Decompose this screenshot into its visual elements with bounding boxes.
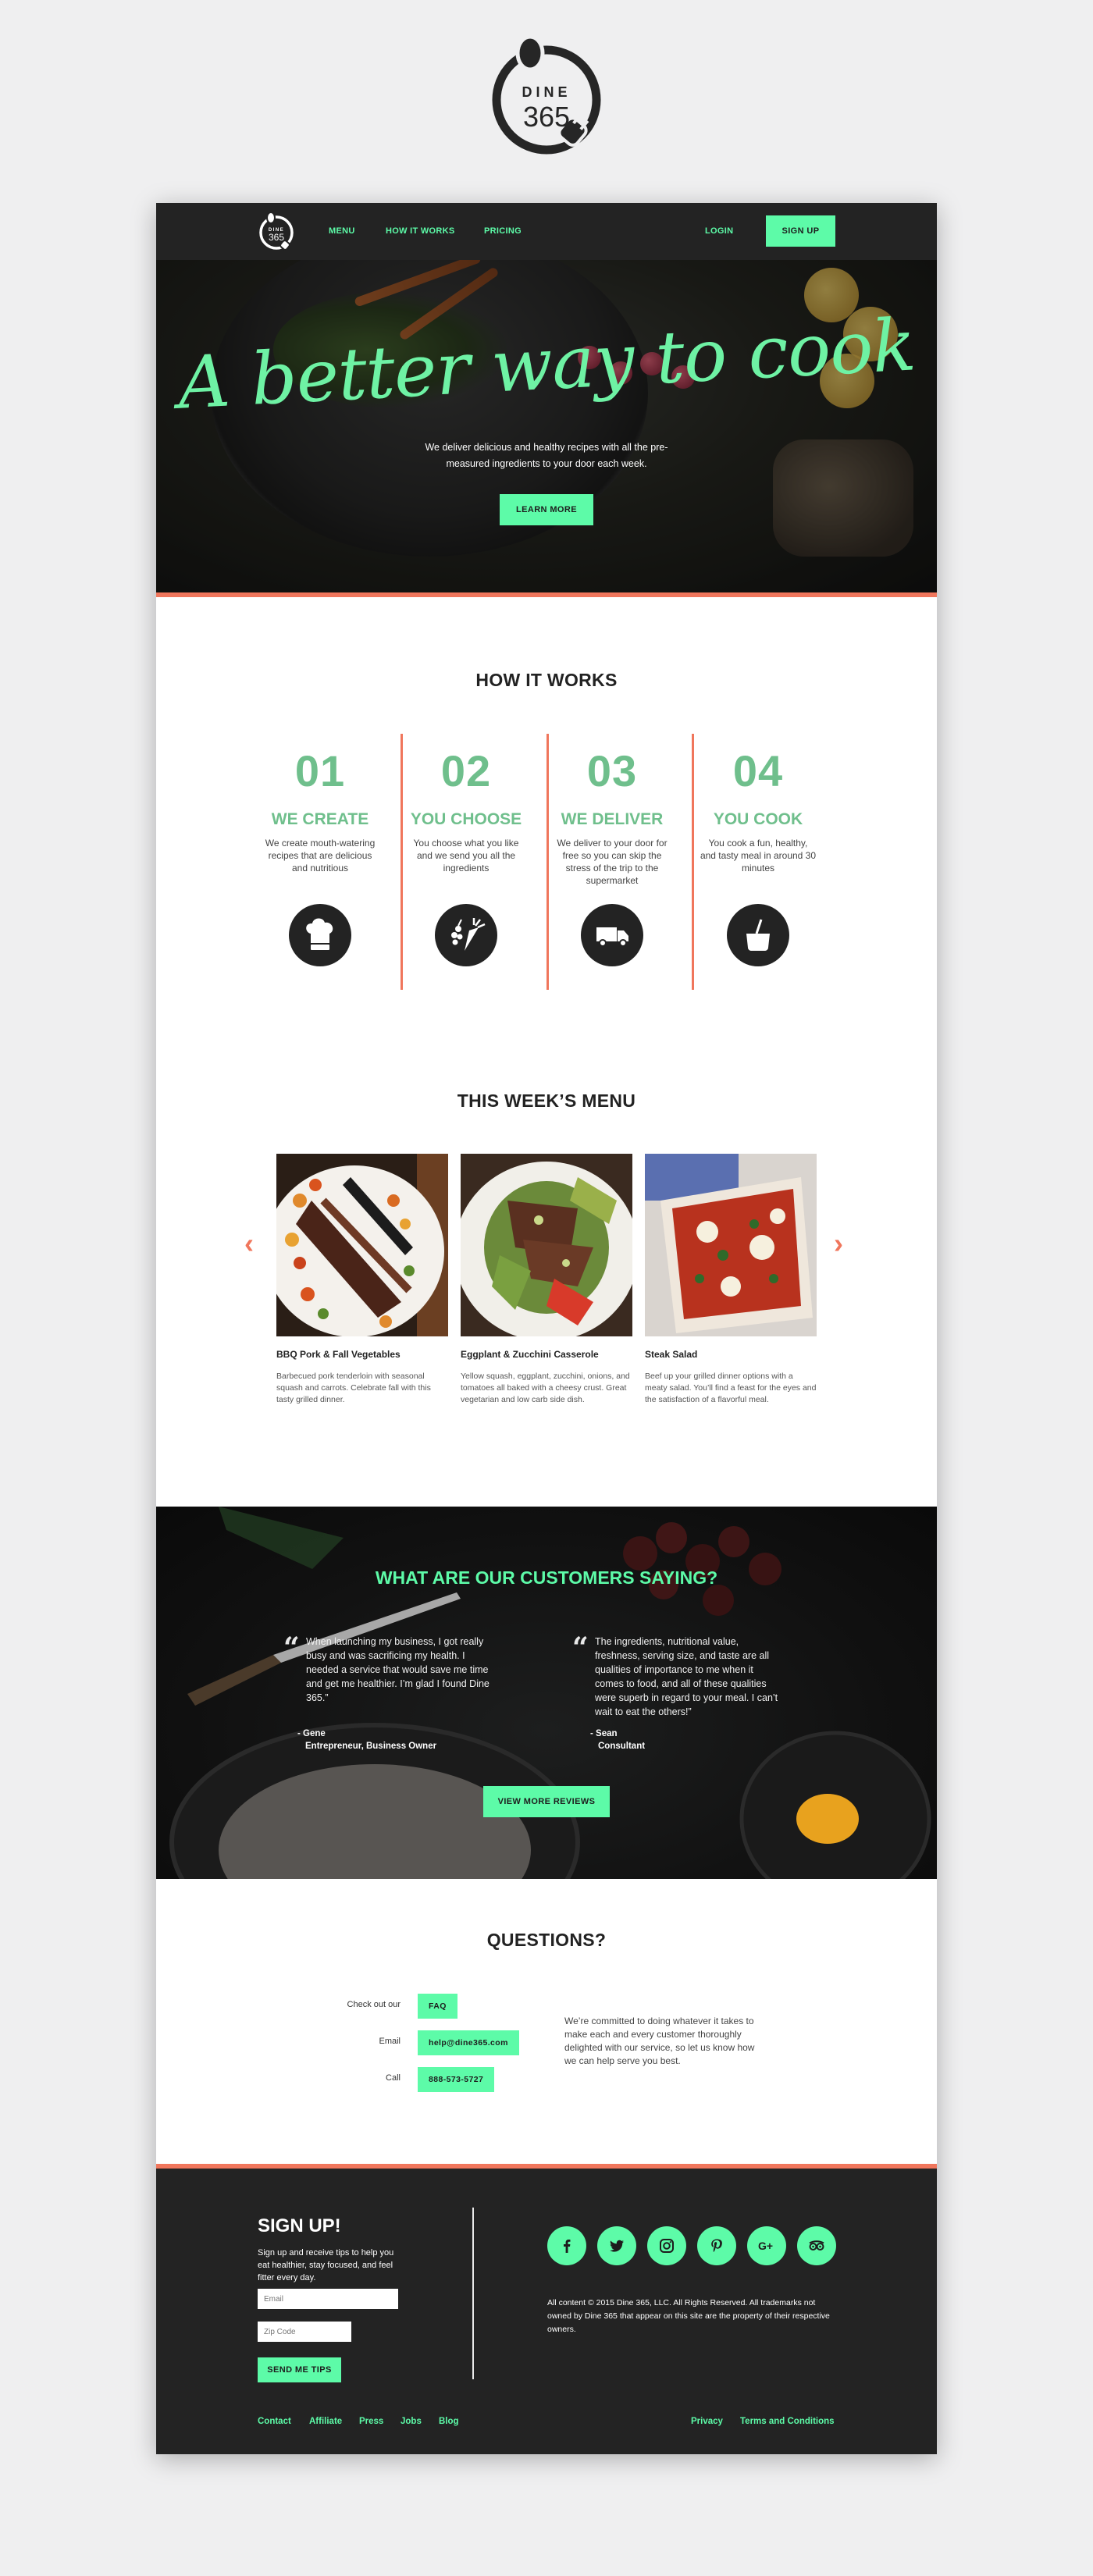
step-title: YOU COOK [713, 810, 803, 828]
learn-more-button[interactable]: LEARN MORE [500, 494, 593, 525]
svg-text:365: 365 [269, 232, 284, 243]
chevron-left-icon[interactable]: ‹ [244, 1227, 254, 1260]
step-deliver: 03 WE DELIVER We deliver to your door fo… [539, 746, 685, 966]
website-frame: DINE 365 MENU HOW IT WORKS PRICING LOGIN… [156, 203, 937, 2454]
quote-icon: “ [283, 1631, 300, 1664]
email-button[interactable]: help@dine365.com [418, 2030, 519, 2055]
menu-item-card[interactable]: Steak Salad Beef up your grilled dinner … [645, 1154, 817, 1406]
view-more-reviews-button[interactable]: VIEW MORE REVIEWS [483, 1786, 610, 1817]
footer-link-jobs[interactable]: Jobs [401, 2417, 422, 2426]
step-title: WE DELIVER [561, 810, 664, 828]
step-number: 01 [294, 746, 346, 795]
cooking-pot-icon [727, 904, 789, 966]
testimonial-author-name: Gene [303, 1729, 326, 1738]
testimonial-text: The ingredients, nutritional value, fres… [595, 1636, 778, 1717]
menu-item-name[interactable]: Eggplant & Zucchini Casserole [461, 1349, 632, 1360]
step-description: We deliver to your door for free so you … [557, 838, 668, 886]
testimonial-author-role: Entrepreneur, Business Owner [305, 1742, 437, 1751]
signup-button[interactable]: SIGN UP [766, 215, 835, 247]
step-number: 04 [732, 746, 784, 795]
signup-title: SIGN UP! [258, 2215, 341, 2236]
footer-link-blog[interactable]: Blog [439, 2417, 459, 2426]
step-title: YOU CHOOSE [410, 810, 522, 828]
how-it-works-title: HOW IT WORKS [475, 670, 618, 690]
signup-email-field[interactable] [258, 2289, 398, 2309]
pinterest-icon[interactable] [697, 2226, 736, 2265]
menu-item-image[interactable] [645, 1154, 817, 1336]
step-choose: 02 YOU CHOOSE You choose what you like a… [393, 746, 539, 966]
svg-text:365: 365 [523, 101, 570, 133]
step-number: 03 [586, 746, 638, 795]
footer-legal-text: All content © 2015 Dine 365, LLC. All Ri… [547, 2298, 830, 2334]
chef-hat-icon [289, 904, 351, 966]
footer: SIGN UP! Sign up and receive tips to hel… [156, 2169, 937, 2454]
footer-link-press[interactable]: Press [359, 2417, 383, 2426]
testimonials-section: WHAT ARE OUR CUSTOMERS SAYING? “ When la… [156, 1507, 937, 1879]
menu-item-description: Barbecued pork tenderloin with seasonal … [276, 1372, 431, 1404]
faq-button[interactable]: FAQ [418, 1994, 457, 2019]
menu-item-name[interactable]: Steak Salad [645, 1349, 817, 1360]
hero-divider-stripe [156, 592, 937, 597]
testimonial-author: - Sean Consultant [590, 1729, 646, 1751]
tripadvisor-icon[interactable] [797, 2226, 836, 2265]
email-label: Email [379, 2037, 401, 2046]
send-me-tips-button[interactable]: SEND ME TIPS [258, 2357, 341, 2382]
instagram-icon[interactable] [647, 2226, 686, 2265]
testimonials-background [169, 1507, 931, 1879]
testimonial-text: When launching my business, I got really… [306, 1636, 490, 1703]
brand-logo: DINE 365 [492, 36, 601, 155]
testimonial-author-role: Consultant [598, 1742, 646, 1751]
questions-title: QUESTIONS? [486, 1930, 607, 1950]
step-create: 01 WE CREATE We create mouth-watering re… [247, 746, 393, 966]
step-description: You cook a fun, healthy, and tasty meal … [700, 838, 817, 873]
svg-text:DINE: DINE [522, 84, 571, 100]
hero-section: A better way to cook We deliver deliciou… [156, 260, 937, 592]
menu-item-card[interactable]: Eggplant & Zucchini Casserole Yellow squ… [461, 1154, 632, 1406]
testimonial-author: - Gene Entrepreneur, Business Owner [297, 1729, 437, 1751]
login-link[interactable]: LOGIN [705, 226, 733, 236]
step-description: You choose what you like and we send you… [413, 838, 519, 873]
signup-description: Sign up and receive tips to help you eat… [258, 2248, 394, 2282]
nav-link-pricing[interactable]: PRICING [484, 226, 522, 236]
testimonials-title: WHAT ARE OUR CUSTOMERS SAYING? [375, 1567, 718, 1588]
testimonial-author-name: Sean [596, 1729, 618, 1738]
hero-subtitle: We deliver delicious and healthy recipes… [425, 442, 668, 469]
footer-link-terms[interactable]: Terms and Conditions [740, 2417, 835, 2426]
menu-item-description: Beef up your grilled dinner options with… [645, 1372, 817, 1404]
top-navbar: DINE 365 MENU HOW IT WORKS PRICING LOGIN… [156, 203, 937, 260]
nav-logo[interactable]: DINE 365 [256, 212, 297, 252]
facebook-icon[interactable] [547, 2226, 586, 2265]
menu-item-image[interactable] [276, 1154, 448, 1336]
faq-label: Check out our [347, 2000, 401, 2009]
menu-title: THIS WEEK’S MENU [457, 1091, 636, 1111]
google-plus-icon[interactable]: G+ [747, 2226, 786, 2265]
chevron-right-icon[interactable]: › [834, 1227, 843, 1260]
svg-text:G+: G+ [758, 2240, 773, 2252]
footer-link-affiliate[interactable]: Affiliate [309, 2417, 342, 2426]
footer-link-privacy[interactable]: Privacy [691, 2417, 723, 2426]
menu-item-description: Yellow squash, eggplant, zucchini, onion… [461, 1372, 630, 1404]
step-title: WE CREATE [271, 810, 369, 828]
phone-button[interactable]: 888-573-5727 [418, 2067, 495, 2092]
quote-icon: “ [572, 1631, 589, 1664]
step-number: 02 [440, 746, 492, 795]
footer-link-contact[interactable]: Contact [258, 2417, 291, 2426]
call-label: Call [386, 2073, 401, 2083]
menu-item-image[interactable] [461, 1154, 632, 1336]
step-cook: 04 YOU COOK You cook a fun, healthy, and… [685, 746, 831, 966]
twitter-icon[interactable] [597, 2226, 636, 2265]
menu-item-name[interactable]: BBQ Pork & Fall Vegetables [276, 1349, 448, 1360]
questions-description: We’re committed to doing whatever it tak… [564, 2016, 755, 2066]
step-description: We create mouth-watering recipes that ar… [265, 838, 376, 873]
nav-link-how-it-works[interactable]: HOW IT WORKS [386, 226, 455, 236]
signup-zip-field[interactable] [258, 2322, 351, 2342]
footer-divider [472, 2208, 474, 2379]
menu-item-card[interactable]: BBQ Pork & Fall Vegetables Barbecued por… [276, 1154, 448, 1406]
delivery-truck-icon [581, 904, 643, 966]
vegetables-icon [435, 904, 497, 966]
nav-link-menu[interactable]: MENU [329, 226, 355, 236]
